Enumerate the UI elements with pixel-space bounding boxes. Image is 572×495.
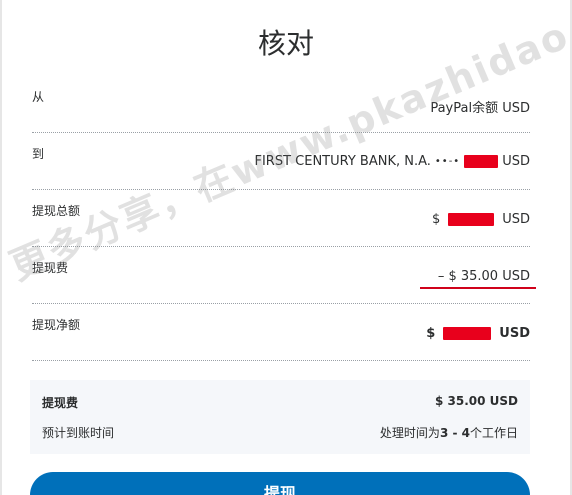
to-label: 到: [32, 147, 45, 161]
eta-range: 3 - 4: [439, 426, 470, 440]
redaction-mark: [464, 155, 499, 168]
total-prefix: $: [431, 212, 441, 227]
summary-panel: 提现费 $ 35.00 USD 预计到账时间 处理时间为3 - 4个工作日: [30, 380, 530, 454]
row-total: 提现总额 $ USD: [32, 200, 530, 247]
net-value: $ USD: [426, 326, 530, 341]
left-border: [0, 0, 2, 495]
row-to: 到 FIRST CENTURY BANK, N.A. ••-• USD: [32, 143, 530, 190]
fee-label: 提现费: [32, 261, 69, 275]
fee-value: – $ 35.00 USD: [437, 269, 530, 284]
net-label: 提现净额: [32, 318, 81, 332]
row-net: 提现净额 $ USD: [32, 314, 530, 361]
to-bank-name: FIRST CENTURY BANK, N.A.: [254, 154, 431, 169]
total-currency: USD: [502, 212, 530, 227]
redaction-mark: [448, 213, 495, 226]
summary-eta-value: 处理时间为3 - 4个工作日: [380, 424, 518, 441]
total-value: $ USD: [432, 212, 530, 227]
net-prefix: $: [426, 326, 436, 341]
redaction-mark: [443, 327, 492, 340]
total-label: 提现总额: [32, 204, 81, 218]
to-account-mask: ••-•: [434, 156, 461, 167]
eta-prefix: 处理时间为: [379, 426, 440, 440]
summary-fee-value: $ 35.00 USD: [434, 394, 518, 408]
net-currency: USD: [499, 326, 530, 341]
to-value: FIRST CENTURY BANK, N.A. ••-• USD: [255, 154, 531, 169]
from-value: PayPal余额 USD: [430, 101, 530, 116]
eta-suffix: 个工作日: [469, 426, 518, 440]
page-title: 核对: [257, 27, 314, 60]
to-currency: USD: [502, 154, 530, 169]
from-label: 从: [32, 90, 45, 104]
row-from: 从 PayPal余额 USD: [32, 86, 530, 133]
withdraw-button[interactable]: 提现: [30, 472, 530, 495]
fee-highlight-underline: [420, 287, 536, 289]
summary-eta-label: 预计到账时间: [42, 426, 115, 440]
row-fee: 提现费 – $ 35.00 USD: [32, 257, 536, 304]
summary-fee-label: 提现费: [42, 396, 79, 410]
